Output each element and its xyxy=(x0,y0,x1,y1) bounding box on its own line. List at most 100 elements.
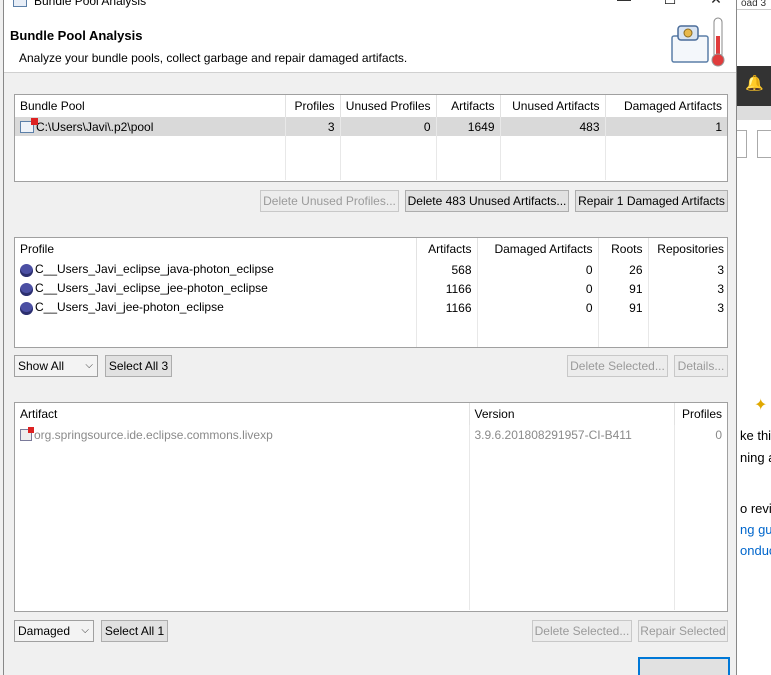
artifacts-cell: 568 xyxy=(416,260,478,279)
roots-cell: 91 xyxy=(598,279,649,298)
background-text: ning a xyxy=(740,450,771,465)
page-description: Analyze your bundle pools, collect garba… xyxy=(19,51,408,65)
screen: oad 3 🔔 ✦ ke this ning a o revie ng gu o… xyxy=(0,0,771,675)
delete-unused-profiles-button[interactable]: Delete Unused Profiles... xyxy=(260,190,399,212)
artifact-filter-value: Damaged xyxy=(18,624,71,638)
artifacts-cell: 1166 xyxy=(416,298,478,317)
repositories-cell: 3 xyxy=(717,262,724,277)
bundle-pool-dialog: Bundle Pool Analysis — ☐ ✕ Bundle Pool A… xyxy=(3,0,737,675)
empty-row xyxy=(15,444,727,610)
title-bar: Bundle Pool Analysis — ☐ ✕ xyxy=(4,0,736,10)
column-header-profiles[interactable]: Profiles xyxy=(674,403,727,425)
background-text: o revie xyxy=(740,501,771,516)
empty-row xyxy=(15,317,727,347)
app-icon xyxy=(13,0,27,7)
damaged-artifacts-cell: 1 xyxy=(605,117,727,136)
unused-profiles-cell: 0 xyxy=(340,117,437,136)
background-field xyxy=(737,130,747,158)
hands-icon: ✦ xyxy=(754,397,768,414)
profile-cell: C__Users_Javi_eclipse_jee-photon_eclipse xyxy=(15,279,417,298)
profiles-cell: 3 xyxy=(285,117,341,136)
column-header-artifact[interactable]: Artifact xyxy=(15,403,470,425)
delete-selected-artifacts-button[interactable]: Delete Selected... xyxy=(532,620,632,642)
delete-selected-profiles-button[interactable]: Delete Selected... xyxy=(567,355,668,377)
bell-icon[interactable]: 🔔 xyxy=(745,74,764,92)
table-header: Artifact Version Profiles xyxy=(15,403,727,425)
damaged-pool-icon xyxy=(20,118,38,134)
damaged-artifact-icon xyxy=(20,427,34,442)
column-header-profile[interactable]: Profile xyxy=(15,238,417,260)
chevron-down-icon: ⌵ xyxy=(81,625,89,636)
pool-cell: C:\Users\Javi\.p2\pool xyxy=(15,117,286,136)
artifact-filter-dropdown[interactable]: Damaged ⌵ xyxy=(14,620,94,642)
column-header-version[interactable]: Version xyxy=(469,403,675,425)
eclipse-icon xyxy=(20,263,33,277)
column-header-damaged-artifacts[interactable]: Damaged Artifacts xyxy=(477,238,599,260)
background-tab: oad 3 xyxy=(737,0,771,10)
artifacts-table: Artifact Version Profiles org.springsour… xyxy=(14,402,728,612)
select-all-artifacts-button[interactable]: Select All 1 xyxy=(101,620,168,642)
profiles-cell: 0 xyxy=(715,427,722,442)
column-header-bundle-pool[interactable]: Bundle Pool xyxy=(15,95,286,117)
maximize-button[interactable]: ☐ xyxy=(655,0,685,8)
table-header: Bundle Pool Profiles Unused Profiles Art… xyxy=(15,95,727,117)
window-title: Bundle Pool Analysis xyxy=(34,0,147,8)
bundle-pool-wizard-icon xyxy=(671,17,725,67)
profile-cell: C__Users_Javi_eclipse_java-photon_eclips… xyxy=(15,260,417,279)
table-row[interactable]: org.springsource.ide.eclipse.commons.liv… xyxy=(15,425,727,444)
profile-filter-value: Show All xyxy=(18,359,65,373)
minimize-button[interactable]: — xyxy=(609,0,639,8)
page-title: Bundle Pool Analysis xyxy=(10,28,143,43)
table-header: Profile Artifacts Damaged Artifacts Root… xyxy=(15,238,727,260)
bundle-pool-table: Bundle Pool Profiles Unused Profiles Art… xyxy=(14,94,728,182)
table-row[interactable]: C__Users_Javi_jee-photon_eclipse 1166 0 … xyxy=(15,298,727,317)
version-cell: 3.9.6.201808291957-CI-B411 xyxy=(469,425,675,444)
roots-cell: 26 xyxy=(598,260,649,279)
column-header-unused-artifacts[interactable]: Unused Artifacts xyxy=(500,95,606,117)
unused-artifacts-cell: 483 xyxy=(500,117,606,136)
artifacts-cell: 1649 xyxy=(436,117,501,136)
artifact-cell: org.springsource.ide.eclipse.commons.liv… xyxy=(15,425,470,444)
profile-filter-dropdown[interactable]: Show All ⌵ xyxy=(14,355,98,377)
column-header-damaged-artifacts[interactable]: Damaged Artifacts xyxy=(605,95,727,117)
column-header-artifacts[interactable]: Artifacts xyxy=(416,238,478,260)
damaged-cell: 0 xyxy=(477,260,599,279)
background-text: ke this xyxy=(740,428,771,443)
repositories-cell: 3 xyxy=(717,300,724,315)
background-link[interactable]: ng gu xyxy=(740,522,771,537)
default-button[interactable] xyxy=(638,657,730,675)
profile-name: C__Users_Javi_jee-photon_eclipse xyxy=(35,300,224,315)
column-header-repositories[interactable]: Repositories xyxy=(648,238,727,260)
profile-name: C__Users_Javi_eclipse_java-photon_eclips… xyxy=(35,262,274,277)
profile-cell: C__Users_Javi_jee-photon_eclipse xyxy=(15,298,417,317)
details-button[interactable]: Details... xyxy=(674,355,728,377)
pool-path: C:\Users\Javi\.p2\pool xyxy=(36,119,154,134)
repair-selected-button[interactable]: Repair Selected xyxy=(638,620,728,642)
delete-unused-artifacts-button[interactable]: Delete 483 Unused Artifacts... xyxy=(405,190,569,212)
table-row[interactable]: C:\Users\Javi\.p2\pool 3 0 1649 483 1 xyxy=(15,117,727,136)
column-header-roots[interactable]: Roots xyxy=(598,238,649,260)
table-row[interactable]: C__Users_Javi_eclipse_jee-photon_eclipse… xyxy=(15,279,727,298)
eclipse-icon xyxy=(20,282,33,296)
background-icon-button xyxy=(757,130,771,158)
profiles-table: Profile Artifacts Damaged Artifacts Root… xyxy=(14,237,728,348)
artifacts-cell: 1166 xyxy=(416,279,478,298)
empty-row xyxy=(15,136,727,180)
table-row[interactable]: C__Users_Javi_eclipse_java-photon_eclips… xyxy=(15,260,727,279)
damaged-cell: 0 xyxy=(477,279,599,298)
column-header-artifacts[interactable]: Artifacts xyxy=(436,95,501,117)
profile-name: C__Users_Javi_eclipse_jee-photon_eclipse xyxy=(35,281,268,296)
artifact-name: org.springsource.ide.eclipse.commons.liv… xyxy=(34,427,273,442)
chevron-down-icon: ⌵ xyxy=(85,360,93,371)
damaged-cell: 0 xyxy=(477,298,599,317)
column-header-profiles[interactable]: Profiles xyxy=(285,95,341,117)
column-header-unused-profiles[interactable]: Unused Profiles xyxy=(340,95,437,117)
repositories-cell: 3 xyxy=(717,281,724,296)
close-button[interactable]: ✕ xyxy=(701,0,731,8)
repair-damaged-artifacts-button[interactable]: Repair 1 Damaged Artifacts xyxy=(575,190,728,212)
background-link[interactable]: onduc xyxy=(740,543,771,558)
roots-cell: 91 xyxy=(598,298,649,317)
select-all-profiles-button[interactable]: Select All 3 xyxy=(105,355,172,377)
header-banner: Bundle Pool Analysis Analyze your bundle… xyxy=(4,10,736,73)
background-divider xyxy=(737,106,771,120)
